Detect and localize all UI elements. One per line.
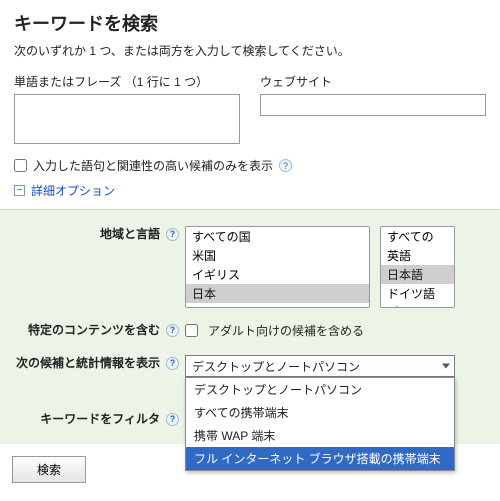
country-select[interactable]: すべての国米国イギリス日本ドイツ [185,226,370,308]
help-icon[interactable]: ? [166,357,179,370]
help-icon[interactable]: ? [166,228,179,241]
collapse-icon[interactable]: − [14,185,25,196]
country-option[interactable]: 米国 [186,246,369,265]
device-selected: デスクトップとノートパソコン [192,358,360,375]
device-option[interactable]: デスクトップとノートパソコン [186,378,454,401]
language-option[interactable]: ポルトガ [381,303,454,308]
related-only-checkbox[interactable] [14,159,27,172]
related-only-label: 入力した語句と関連性の高い候補のみを表示 [33,157,273,174]
page-title: キーワードを検索 [14,10,486,36]
website-label: ウェブサイト [260,73,486,90]
phrase-label: 単語またはフレーズ （1 行に 1 つ） [14,73,240,90]
help-icon[interactable]: ? [166,413,179,426]
device-select[interactable]: デスクトップとノートパソコン [185,355,455,377]
help-icon[interactable]: ? [279,159,292,172]
filter-label: キーワードをフィルタ [40,411,160,428]
stats-label: 次の候補と統計情報を表示 [16,355,160,372]
search-button[interactable]: 検索 [12,456,86,483]
phrase-input[interactable] [14,94,240,144]
region-lang-label: 地域と言語 [100,226,160,243]
language-option[interactable]: ドイツ語 [381,284,454,303]
device-dropdown: デスクトップとノートパソコンすべての携帯端末携帯 WAP 端末フル インターネッ… [185,377,455,471]
advanced-panel: 地域と言語 ? すべての国米国イギリス日本ドイツ すべての英語日本語ドイツ語ポル… [0,209,500,444]
country-option[interactable]: 日本 [186,284,369,303]
adult-checkbox[interactable] [185,324,198,337]
language-option[interactable]: すべての [381,227,454,246]
country-option[interactable]: ドイツ [186,303,369,308]
device-option[interactable]: 携帯 WAP 端末 [186,424,454,447]
language-select[interactable]: すべての英語日本語ドイツ語ポルトガ [380,226,455,308]
language-option[interactable]: 英語 [381,246,454,265]
content-label: 特定のコンテンツを含む [28,322,160,339]
device-option[interactable]: すべての携帯端末 [186,401,454,424]
country-option[interactable]: イギリス [186,265,369,284]
language-option[interactable]: 日本語 [381,265,454,284]
adult-label: アダルト向けの候補を含める [208,322,364,339]
advanced-link[interactable]: 詳細オプション [31,182,115,199]
country-option[interactable]: すべての国 [186,227,369,246]
page-subtitle: 次のいずれか 1 つ、または両方を入力して検索してください。 [14,42,486,59]
device-option[interactable]: フル インターネット ブラウザ搭載の携帯端末 [186,447,454,470]
help-icon[interactable]: ? [166,324,179,337]
website-input[interactable] [260,94,486,116]
